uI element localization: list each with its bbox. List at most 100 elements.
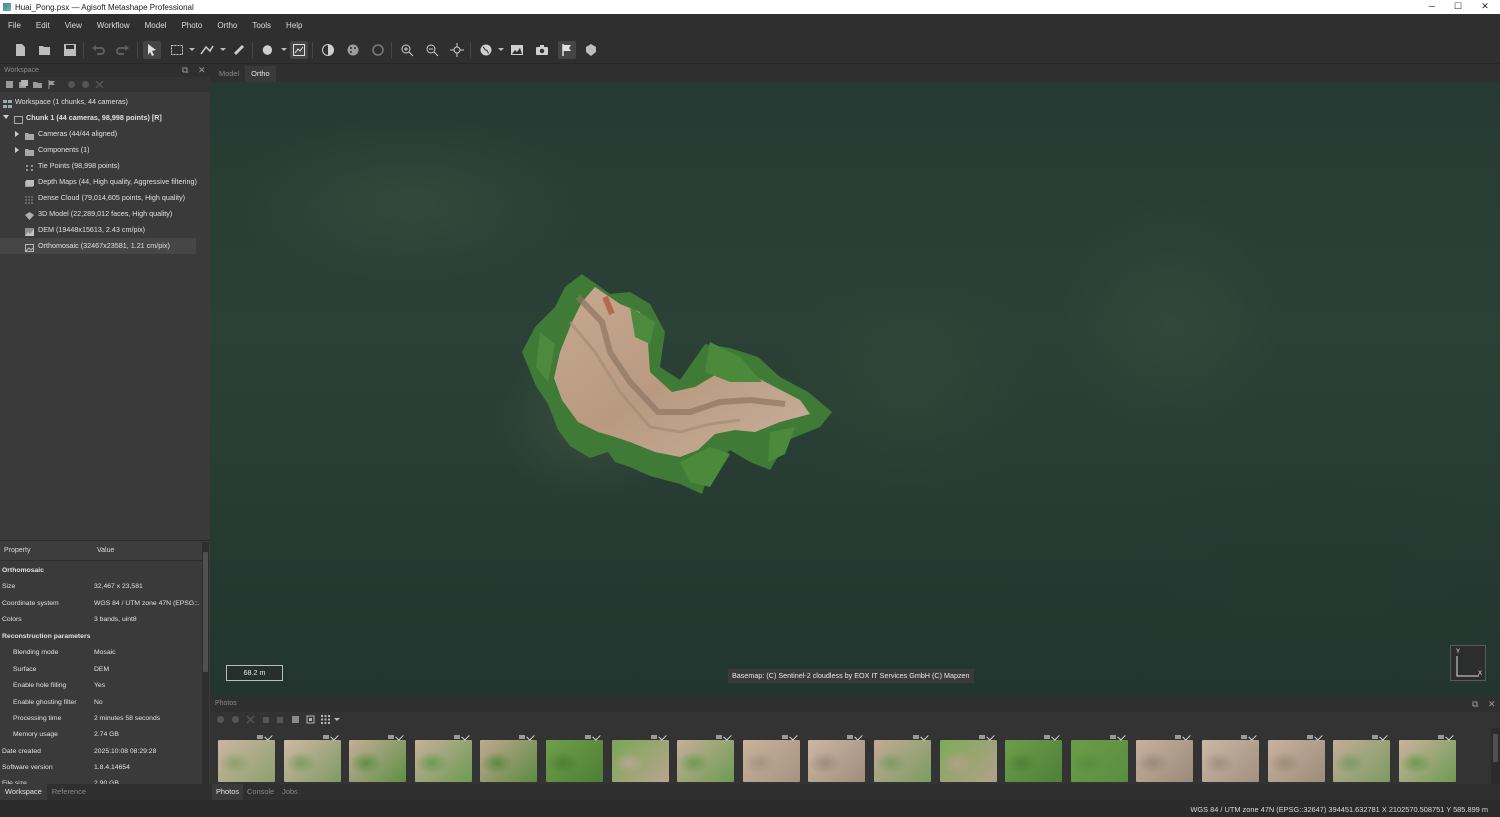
photo-thumbnail[interactable] [1136, 732, 1194, 782]
photo-thumbnail[interactable] [808, 732, 866, 782]
photo-thumbnail[interactable] [283, 732, 341, 782]
photo-thumbnail[interactable] [414, 732, 472, 782]
close-button[interactable]: ✕ [1471, 0, 1499, 14]
undock-icon[interactable]: ⧉ [1472, 696, 1478, 712]
tab-jobs[interactable]: Jobs [278, 784, 302, 800]
tree-item-orthomosaic[interactable]: Orthomosaic (32467x23581, 1.21 cm/pix) [0, 238, 196, 254]
reset-filter-icon[interactable] [289, 714, 301, 725]
add-folder-icon[interactable] [31, 79, 43, 90]
rotate-left-icon[interactable] [259, 714, 271, 725]
rotate-right-icon[interactable] [274, 714, 286, 725]
scrollbar-thumb[interactable] [1493, 734, 1498, 762]
ortho-viewport[interactable]: 68.2 m Basemap: (C) Sentinel-2 cloudless… [210, 82, 1500, 696]
maximize-button[interactable]: ☐ [1444, 0, 1472, 14]
tree-item-3d-model[interactable]: 3D Model (22,289,012 faces, High quality… [0, 206, 196, 222]
navigate-icon[interactable] [143, 41, 161, 59]
close-panel-icon[interactable]: ✕ [198, 64, 206, 77]
undock-icon[interactable]: ⧉ [182, 64, 188, 77]
palette-icon[interactable] [344, 41, 362, 59]
redo-icon[interactable] [114, 41, 132, 59]
reset-view-icon[interactable] [369, 41, 387, 59]
photo-thumbnail[interactable] [1267, 732, 1325, 782]
tab-model[interactable]: Model [213, 66, 245, 82]
tab-reference[interactable]: Reference [47, 784, 91, 800]
menu-workflow[interactable]: Workflow [97, 21, 130, 30]
show-shapes-icon[interactable] [582, 41, 600, 59]
menu-photo[interactable]: Photo [181, 21, 202, 30]
show-basemap-icon[interactable] [477, 41, 495, 59]
add-photos-icon[interactable] [17, 79, 29, 90]
menu-view[interactable]: View [65, 21, 82, 30]
generate-ortho-icon[interactable] [290, 41, 308, 59]
photo-thumbnail[interactable] [1070, 732, 1128, 782]
tree-item-workspace[interactable]: Workspace (1 chunks, 44 cameras) [0, 94, 196, 110]
tab-workspace[interactable]: Workspace [0, 784, 47, 800]
menu-edit[interactable]: Edit [36, 21, 50, 30]
photo-thumbnail[interactable] [218, 732, 275, 782]
scrollbar-thumb[interactable] [203, 552, 208, 672]
expand-chevron-icon[interactable] [15, 131, 19, 137]
draw-polyline-icon[interactable] [198, 41, 216, 59]
remove-icon[interactable] [244, 714, 256, 725]
photo-thumbnail[interactable] [677, 732, 735, 782]
show-cameras-icon[interactable] [533, 41, 551, 59]
tree-item-dem[interactable]: DEM (19448x15613, 2.43 cm/pix) [0, 222, 196, 238]
fit-view-icon[interactable] [448, 41, 466, 59]
tree-item-label: Dense Cloud (79,014,605 points, High qua… [38, 193, 186, 202]
photo-thumbnail[interactable] [742, 732, 800, 782]
photo-thumbnail[interactable] [349, 732, 407, 782]
photo-thumbnail[interactable] [1005, 732, 1063, 782]
view-mode-icon[interactable] [319, 714, 331, 725]
property-column-header[interactable]: Property [4, 547, 30, 554]
photo-thumbnail[interactable] [611, 732, 669, 782]
photo-thumbnail[interactable] [480, 732, 538, 782]
open-icon[interactable] [36, 41, 54, 59]
enable-icon[interactable] [65, 79, 77, 90]
remove-icon[interactable] [93, 79, 105, 90]
save-icon[interactable] [61, 41, 79, 59]
minimize-button[interactable]: ─ [1418, 0, 1446, 14]
tree-item-chunk[interactable]: Chunk 1 (44 cameras, 98,998 points) [R] [0, 110, 196, 126]
tab-photos[interactable]: Photos [212, 784, 244, 800]
collapse-chevron-icon[interactable] [3, 115, 9, 119]
zoom-out-icon[interactable] [423, 41, 441, 59]
tab-console[interactable]: Console [243, 784, 278, 800]
menu-ortho[interactable]: Ortho [217, 21, 237, 30]
zoom-in-icon[interactable] [398, 41, 416, 59]
properties-scrollbar[interactable] [202, 542, 209, 784]
photo-thumbnail[interactable] [546, 732, 603, 782]
show-markers-icon[interactable] [558, 41, 576, 59]
show-dem-icon[interactable] [508, 41, 526, 59]
expand-chevron-icon[interactable] [15, 147, 19, 153]
photos-scrollbar[interactable] [1491, 728, 1500, 784]
rectangle-select-icon[interactable] [168, 41, 186, 59]
tree-item-components[interactable]: Components (1) [0, 142, 196, 158]
menu-help[interactable]: Help [286, 21, 302, 30]
photo-thumbnail[interactable] [1398, 732, 1456, 782]
ruler-icon[interactable] [230, 41, 248, 59]
menu-model[interactable]: Model [145, 21, 167, 30]
brightness-icon[interactable] [319, 41, 337, 59]
disable-icon[interactable] [229, 714, 241, 725]
photo-thumbnail[interactable] [874, 732, 931, 782]
tree-item-tie-points[interactable]: Tie Points (98,998 points) [0, 158, 196, 174]
photo-thumbnail[interactable] [1333, 732, 1391, 782]
undo-icon[interactable] [89, 41, 107, 59]
value-column-header[interactable]: Value [97, 547, 114, 554]
filter-by-selection-icon[interactable] [304, 714, 316, 725]
menu-file[interactable]: File [8, 21, 21, 30]
tree-item-cameras[interactable]: Cameras (44/44 aligned) [0, 126, 196, 142]
disable-icon[interactable] [79, 79, 91, 90]
new-icon[interactable] [11, 41, 29, 59]
enable-icon[interactable] [214, 714, 226, 725]
tab-ortho[interactable]: Ortho [245, 66, 276, 82]
add-marker-icon[interactable] [45, 79, 57, 90]
tree-item-dense-cloud[interactable]: Dense Cloud (79,014,605 points, High qua… [0, 190, 196, 206]
patch-icon[interactable] [259, 41, 277, 59]
menu-tools[interactable]: Tools [252, 21, 271, 30]
photo-thumbnail[interactable] [939, 732, 997, 782]
tree-item-depth-maps[interactable]: Depth Maps (44, High quality, Aggressive… [0, 174, 197, 190]
close-panel-icon[interactable]: ✕ [1488, 696, 1496, 712]
photo-thumbnail[interactable] [1202, 732, 1259, 782]
add-chunk-icon[interactable] [3, 79, 15, 90]
